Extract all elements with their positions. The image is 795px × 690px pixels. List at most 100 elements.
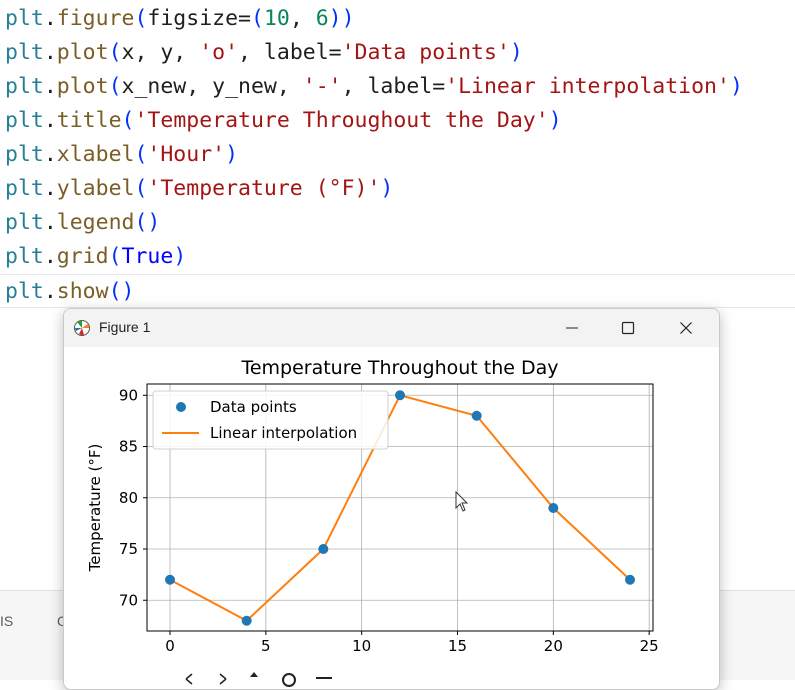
code-token: title [56,108,122,133]
y-tick-label: 90 [119,386,138,404]
figure-window[interactable]: Figure 1 0 5 10 15 20 25 70 75 80 85 90 Temperature… [63,308,720,690]
maximize-button[interactable] [602,309,654,347]
code-token: 'Temperature Throughout the Day' [134,108,549,133]
code-token: ) [173,244,187,269]
x-tick-label: 20 [544,637,563,655]
code-line[interactable]: plt.legend() [5,206,160,240]
code-token: () [134,210,161,235]
code-token: plot [56,74,109,99]
code-token: ) [225,142,239,167]
code-token: True [121,244,174,269]
back-arrow-icon[interactable] [184,672,204,686]
x-tick-label: 0 [165,637,175,655]
window-titlebar[interactable]: Figure 1 [64,309,719,347]
code-token: plot [56,40,109,65]
code-line[interactable]: plt.title('Temperature Throughout the Da… [5,104,562,138]
code-token: 10 [263,6,290,31]
data-point-marker [625,574,635,585]
code-token: ( [108,244,122,269]
code-line[interactable]: plt.show() [0,274,795,308]
pan-icon[interactable] [244,670,264,688]
code-token: plt [5,210,44,235]
code-token: '-' [302,74,342,99]
y-tick-label: 80 [119,489,138,507]
data-point-marker [241,615,252,626]
legend-label-data-points: Data points [210,398,297,416]
code-token: 'Temperature (°F)' [147,176,381,201]
code-token: . [43,176,57,201]
y-tick-label: 75 [119,540,138,558]
code-token: 'Data points' [341,40,510,65]
code-token: , label= [341,74,446,99]
code-token: plt [5,176,44,201]
code-line[interactable]: plt.plot(x_new, y_new, '-', label='Linea… [5,70,743,104]
chart: 0 5 10 15 20 25 70 75 80 85 90 Temperature Througho… [86,357,659,655]
code-token: ) [729,74,743,99]
x-tick-label: 10 [352,637,371,655]
figure-canvas[interactable]: 0 5 10 15 20 25 70 75 80 85 90 Temperature Througho… [64,347,719,667]
code-token: . [43,108,57,133]
x-tick-label: 15 [448,637,467,655]
y-axis-label: Temperature (°F) [86,444,104,573]
minimize-icon [566,327,578,329]
code-line[interactable]: plt.ylabel('Temperature (°F)') [5,172,393,206]
close-icon [680,322,692,334]
code-line[interactable]: plt.figure(figsize=(10, 6)) [5,2,355,36]
y-tick-label: 85 [119,438,138,456]
code-line[interactable]: plt.grid(True) [5,240,186,274]
data-point-marker [471,410,482,421]
code-token: = [238,6,251,31]
code-token: ( [250,6,264,31]
code-token: ( [108,74,122,99]
code-token: plt [5,6,44,31]
code-token: ( [134,6,148,31]
code-token: plt [5,108,44,133]
legend-marker-data-points [176,402,186,412]
code-line[interactable]: plt.plot(x, y, 'o', label='Data points') [5,36,523,70]
y-tick-label: 70 [119,591,138,609]
forward-arrow-icon[interactable] [210,672,230,686]
code-token: ( [121,108,135,133]
code-token: . [43,74,57,99]
code-token: . [43,40,57,65]
panel-tab-left[interactable]: IS [0,613,13,629]
window-title: Figure 1 [99,319,151,335]
minimize-button[interactable] [546,309,598,347]
code-token: xlabel [56,142,135,167]
code-token: ) [509,40,523,65]
matplotlib-app-icon [74,320,90,336]
configure-subplots-icon[interactable] [314,670,334,688]
code-token: plt [5,40,44,65]
code-token: plt [5,279,44,304]
code-token: x_new, y_new, [121,74,303,99]
code-token: ylabel [56,176,135,201]
code-token: ( [134,176,148,201]
zoom-icon[interactable] [280,670,300,688]
code-token: plt [5,142,44,167]
legend-label-linear-interpolation: Linear interpolation [210,424,357,442]
code-token: 'Hour' [147,142,226,167]
code-token: legend [56,210,135,235]
code-token: figure [56,6,135,31]
code-token: ( [108,40,122,65]
maximize-icon [621,321,635,335]
code-token: )) [328,6,355,31]
code-token: plt [5,74,44,99]
code-token: . [43,6,57,31]
code-token: 'o' [199,40,239,65]
code-token: plt [5,244,44,269]
code-token: () [108,279,135,304]
data-point-marker [395,390,405,401]
code-token: ) [548,108,562,133]
close-button[interactable] [660,309,712,347]
code-token: . [43,210,57,235]
code-token: ( [134,142,148,167]
x-tick-label: 5 [261,637,271,655]
data-point-marker [548,503,559,514]
code-token: . [43,142,57,167]
code-token: , label= [238,40,342,65]
code-token: 6 [315,6,329,31]
data-point-marker [165,574,175,585]
mouse-cursor-icon [455,491,469,512]
code-line[interactable]: plt.xlabel('Hour') [5,138,238,172]
